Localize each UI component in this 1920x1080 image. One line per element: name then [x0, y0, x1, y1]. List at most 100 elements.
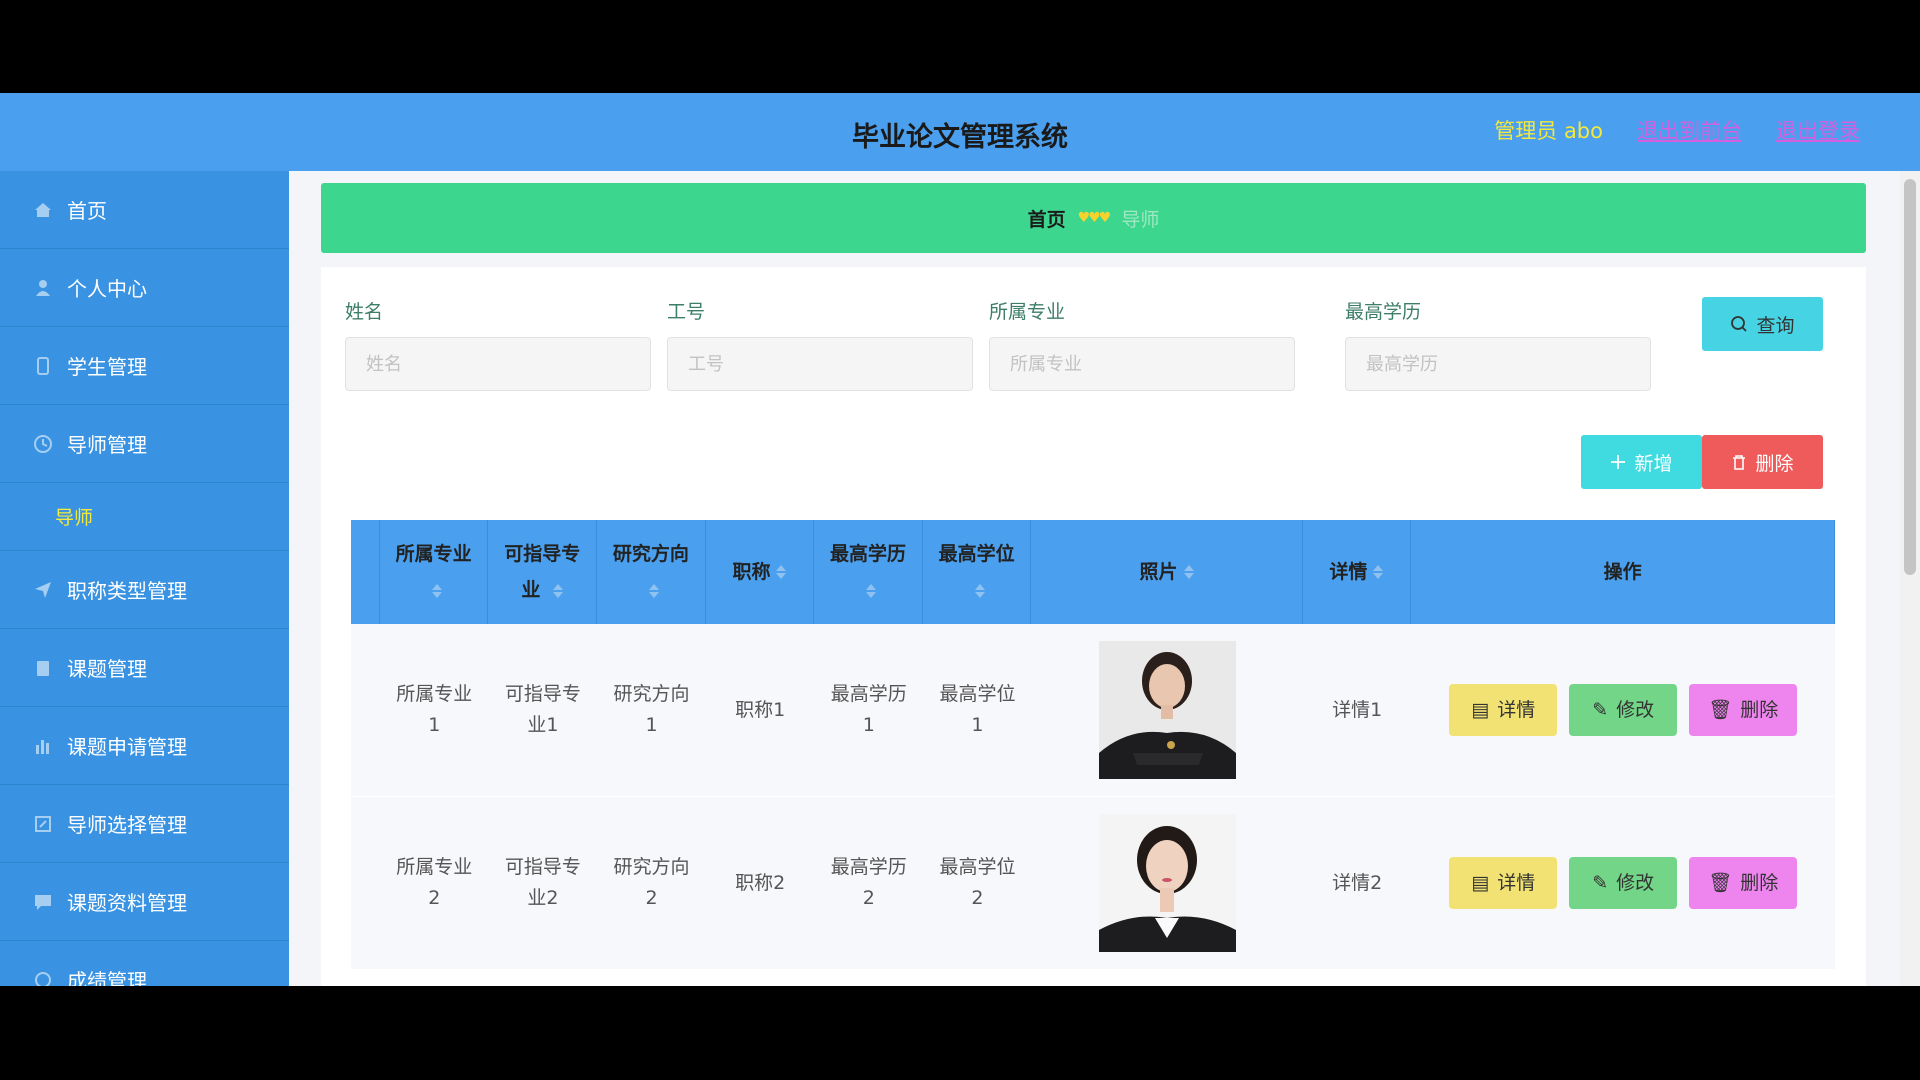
batch-delete-button-label: 删除 — [1755, 452, 1794, 475]
header-photo-label: 照片 — [1139, 561, 1178, 583]
app-screen: 毕业论文管理系统 管理员 abo 退出到前台 退出登录 首页 个人中心 学生管理… — [0, 93, 1920, 986]
sidebar-item-scores[interactable]: 成绩管理 — [0, 941, 289, 986]
header-research[interactable]: 研究方向 — [597, 520, 706, 624]
sidebar-item-label: 首页 — [67, 199, 107, 223]
cell-degree: 最高学位1 — [939, 683, 1016, 736]
table-header: 所属专业 可指导专业 研究方向 职称 最高学历 最高学位 照片 详情 操作 — [351, 520, 1836, 624]
sidebar-item-tutor-selection[interactable]: 导师选择管理 — [0, 785, 289, 863]
top-bar: 毕业论文管理系统 管理员 abo 退出到前台 退出登录 — [0, 93, 1920, 171]
sort-icon — [431, 583, 442, 598]
major-label: 所属专业 — [989, 301, 1066, 323]
sidebar-item-tutors[interactable]: 导师管理 — [0, 405, 289, 483]
delete-button[interactable]: 🗑 删除 — [1689, 857, 1798, 909]
edit-button-label: 修改 — [1616, 698, 1655, 721]
header-detail[interactable]: 详情 — [1303, 520, 1412, 624]
edit-button[interactable]: ✎ 修改 — [1569, 857, 1678, 909]
cell-detail: 详情2 — [1332, 871, 1383, 894]
trash-icon — [1733, 455, 1746, 470]
detail-button[interactable]: ▤ 详情 — [1449, 857, 1558, 909]
content-panel: 姓名 工号 所属专业 最高学历 查询 新增 — [321, 267, 1866, 986]
edit-button[interactable]: ✎ 修改 — [1569, 684, 1678, 736]
clipboard-icon — [37, 660, 49, 676]
cell-degree: 最高学位2 — [939, 856, 1016, 909]
sidebar-item-label: 课题管理 — [67, 657, 147, 681]
back-to-front-link[interactable]: 退出到前台 — [1637, 115, 1742, 145]
query-button-label: 查询 — [1756, 314, 1795, 337]
sidebar-item-profile[interactable]: 个人中心 — [0, 249, 289, 327]
header-operations: 操作 — [1411, 520, 1836, 624]
sidebar-item-label: 导师管理 — [67, 433, 147, 457]
batch-delete-button[interactable]: 删除 — [1702, 435, 1823, 489]
header-guide-major-label: 可指导专业 — [504, 543, 581, 601]
sort-icon — [1183, 565, 1194, 579]
header-guide-major[interactable]: 可指导专业 — [488, 520, 598, 624]
sidebar-item-label: 成绩管理 — [67, 969, 147, 986]
delete-button[interactable]: 🗑 删除 — [1689, 684, 1798, 736]
cell-major: 所属专业1 — [396, 683, 473, 736]
sidebar-item-topic-applications[interactable]: 课题申请管理 — [0, 707, 289, 785]
row-select[interactable] — [351, 624, 380, 796]
header-detail-label: 详情 — [1329, 561, 1368, 583]
major-input[interactable] — [989, 337, 1295, 391]
cell-operations: ▤ 详情 ✎ 修改 🗑 删除 — [1411, 624, 1835, 796]
detail-button[interactable]: ▤ 详情 — [1449, 684, 1558, 736]
header-major-label: 所属专业 — [395, 543, 472, 565]
sidebar-subitem-tutor[interactable]: 导师 — [0, 483, 289, 551]
education-input[interactable] — [1345, 337, 1651, 391]
main-scrollbar[interactable] — [1900, 171, 1920, 986]
sidebar-item-students[interactable]: 学生管理 — [0, 327, 289, 405]
search-field-name: 姓名 — [345, 297, 651, 391]
user-icon — [36, 279, 50, 296]
sort-icon — [974, 583, 985, 598]
score-icon — [35, 971, 51, 986]
tutor-table: 所属专业 可指导专业 研究方向 职称 最高学历 最高学位 照片 详情 操作 所属… — [351, 520, 1836, 970]
cell-title: 职称1 — [735, 698, 786, 721]
id-label: 工号 — [667, 301, 706, 323]
sort-icon — [648, 583, 659, 598]
detail-button-label: 详情 — [1497, 698, 1536, 721]
trash-icon: 🗑 — [1708, 698, 1733, 721]
breadcrumb-home[interactable]: 首页 — [1028, 205, 1066, 232]
header-title[interactable]: 职称 — [706, 520, 815, 624]
sidebar-item-home[interactable]: 首页 — [0, 171, 289, 249]
query-button[interactable]: 查询 — [1702, 297, 1823, 351]
header-education-label: 最高学历 — [830, 543, 907, 565]
add-button-label: 新增 — [1634, 452, 1673, 475]
edit-button-label: 修改 — [1616, 871, 1655, 894]
name-input[interactable] — [345, 337, 651, 391]
pencil-icon: ✎ — [1592, 871, 1609, 894]
tutor-photo[interactable] — [1098, 641, 1236, 779]
add-button[interactable]: 新增 — [1581, 435, 1702, 489]
header-title-label: 职称 — [732, 561, 771, 583]
top-right-links: 管理员 abo 退出到前台 退出登录 — [1494, 115, 1860, 145]
id-input[interactable] — [667, 337, 973, 391]
cell-education: 最高学历1 — [830, 683, 907, 736]
cell-guide-major: 可指导专业2 — [504, 856, 581, 909]
sort-icon — [866, 583, 877, 598]
header-photo[interactable]: 照片 — [1031, 520, 1303, 624]
clock-icon — [34, 434, 52, 453]
sidebar-item-topics[interactable]: 课题管理 — [0, 629, 289, 707]
cell-guide-major: 可指导专业1 — [504, 683, 581, 736]
header-degree[interactable]: 最高学位 — [923, 520, 1032, 624]
header-education[interactable]: 最高学历 — [814, 520, 923, 624]
document-icon: ▤ — [1471, 698, 1490, 721]
cell-operations: ▤ 详情 ✎ 修改 🗑 删除 — [1411, 797, 1835, 969]
sidebar-item-title-types[interactable]: 职称类型管理 — [0, 551, 289, 629]
edit-icon — [35, 815, 51, 832]
table-row: 所属专业2 可指导专业2 研究方向2 职称2 最高学历2 最高学位2 详情2 ▤… — [351, 797, 1835, 970]
sidebar: 首页 个人中心 学生管理 导师管理 导师 职称类型管理 课题管理 课题申请管理 — [0, 171, 289, 986]
sort-icon — [1373, 565, 1384, 579]
header-major[interactable]: 所属专业 — [380, 520, 489, 624]
sidebar-item-topic-materials[interactable]: 课题资料管理 — [0, 863, 289, 941]
breadcrumb-current: 导师 — [1121, 208, 1160, 231]
home-icon — [35, 202, 51, 217]
logout-link[interactable]: 退出登录 — [1776, 115, 1860, 145]
select-all-column[interactable] — [351, 520, 380, 624]
tutor-photo[interactable] — [1098, 814, 1236, 952]
row-select[interactable] — [351, 797, 380, 969]
sidebar-item-label: 职称类型管理 — [67, 579, 187, 603]
trash-icon: 🗑 — [1708, 871, 1733, 894]
scrollbar-thumb[interactable] — [1904, 179, 1916, 575]
education-label: 最高学历 — [1345, 301, 1422, 323]
